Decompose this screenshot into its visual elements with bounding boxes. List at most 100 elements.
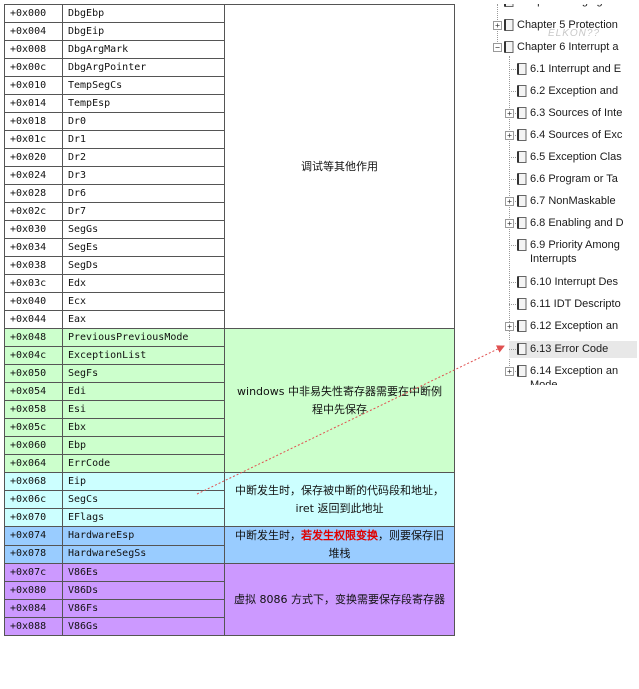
offset-cell: +0x080 xyxy=(4,581,63,600)
bookmark-icon xyxy=(517,151,527,163)
offset-cell: +0x028 xyxy=(4,184,63,203)
table-row: +0x048 PreviousPreviousMode windows 中非易失性寄… xyxy=(4,328,455,473)
field-name-cell: SegDs xyxy=(62,256,225,275)
field-name-cell: ErrCode xyxy=(62,454,225,473)
tree-item-label[interactable]: 6.10 Interrupt Des xyxy=(530,276,618,289)
offset-cell: +0x018 xyxy=(4,112,63,131)
tree-item-label[interactable]: 6.13 Error Code xyxy=(530,343,608,356)
expand-icon[interactable]: + xyxy=(505,219,514,228)
tree-item-label[interactable]: 6.5 Exception Clas xyxy=(530,151,622,164)
bookmark-icon xyxy=(517,173,527,185)
trap-frame-table: +0x000 DbgEbp 调试等其他作用 +0x004 DbgEip +0x008 Dbg… xyxy=(4,4,455,636)
offset-cell: +0x008 xyxy=(4,40,63,59)
group-description: 调试等其他作用 xyxy=(224,4,455,329)
offset-cell: +0x084 xyxy=(4,599,63,618)
group-description: 中断发生时，若发生权限变换，则要保存旧堆栈 xyxy=(224,526,455,564)
field-name-cell: TempEsp xyxy=(62,94,225,113)
bookmark-icon xyxy=(517,107,527,119)
field-name-cell: V86Fs xyxy=(62,599,225,618)
bookmark-icon xyxy=(517,217,527,229)
field-name-cell: SegFs xyxy=(62,364,225,383)
field-name-cell: V86Es xyxy=(62,563,225,582)
field-name-cell: Ecx xyxy=(62,292,225,311)
table-row: +0x000 DbgEbp 调试等其他作用 xyxy=(4,4,455,329)
bookmark-icon xyxy=(504,19,514,31)
offset-cell: +0x050 xyxy=(4,364,63,383)
field-name-cell: DbgArgPointer xyxy=(62,58,225,77)
tree-item-label[interactable]: 6.3 Sources of Inte xyxy=(530,107,622,120)
description-text: 调试等其他作用 xyxy=(301,159,378,173)
field-name-cell: Ebx xyxy=(62,418,225,437)
field-name-cell: Edi xyxy=(62,382,225,401)
expand-icon[interactable]: + xyxy=(505,197,514,206)
highlight-text: 若发生权限变换 xyxy=(301,529,378,542)
tree-item-label[interactable]: 6.12 Exception an xyxy=(530,320,618,333)
field-name-cell: Dr0 xyxy=(62,112,225,131)
field-name-cell: Dr2 xyxy=(62,148,225,167)
bookmark-icon xyxy=(517,195,527,207)
expand-icon[interactable]: + xyxy=(493,21,502,30)
offset-cell: +0x010 xyxy=(4,76,63,95)
bookmark-icon xyxy=(517,298,527,310)
description-text: windows 中非易失性寄存器需要在中断例程中先保存 xyxy=(237,384,442,416)
offset-cell: +0x044 xyxy=(4,310,63,329)
offset-cell: +0x078 xyxy=(4,544,63,564)
offset-cell: +0x04c xyxy=(4,346,63,365)
offset-cell: +0x020 xyxy=(4,148,63,167)
description-text: 虚拟 8086 方式下，变换需要保存段寄存器 xyxy=(234,592,445,606)
field-name-cell: DbgArgMark xyxy=(62,40,225,59)
tree-item-label[interactable]: 6.4 Sources of Exc xyxy=(530,129,622,142)
field-name-cell: TempSegCs xyxy=(62,76,225,95)
expand-icon[interactable]: + xyxy=(505,322,514,331)
tree-item-label[interactable]: 6.2 Exception and xyxy=(530,85,618,98)
field-name-cell: Esi xyxy=(62,400,225,419)
tree-item-label[interactable]: 6.7 NonMaskable xyxy=(530,195,616,208)
tree-item-label-continued[interactable]: Interrupts xyxy=(530,253,576,266)
field-name-cell: Dr1 xyxy=(62,130,225,149)
tree-item-label[interactable]: Chapter 6 Interrupt a xyxy=(517,41,619,54)
offset-cell: +0x05c xyxy=(4,418,63,437)
tree-item-label[interactable]: 6.11 IDT Descripto xyxy=(530,298,621,311)
bookmark-icon xyxy=(517,239,527,251)
tree-item-label[interactable]: 6.14 Exception an xyxy=(530,365,618,378)
bookmark-icon xyxy=(504,41,514,53)
tree-item-label[interactable]: 6.8 Enabling and D xyxy=(530,217,624,230)
bookmark-icon xyxy=(517,63,527,75)
offset-cell: +0x000 xyxy=(4,4,63,23)
description-text: 中断发生时，保存被中断的代码段和地址，iret 返回到此地址 xyxy=(235,483,444,515)
field-name-cell: Dr7 xyxy=(62,202,225,221)
offset-cell: +0x03c xyxy=(4,274,63,293)
field-name-cell: DbgEbp xyxy=(62,4,225,23)
expand-icon[interactable]: + xyxy=(505,367,514,376)
offset-cell: +0x064 xyxy=(4,454,63,473)
bookmark-icon xyxy=(517,85,527,97)
tree-item-label[interactable]: 6.9 Priority Among xyxy=(530,239,620,252)
offset-cell: +0x048 xyxy=(4,328,63,347)
field-name-cell: HardwareEsp xyxy=(62,526,225,546)
field-name-cell: Ebp xyxy=(62,436,225,455)
table-row: +0x07c V86Es 虚拟 8086 方式下，变换需要保存段寄存器 xyxy=(4,563,455,636)
field-name-cell: DbgEip xyxy=(62,22,225,41)
tree-item-label-continued[interactable]: Mode xyxy=(530,379,558,385)
expand-icon[interactable]: + xyxy=(505,131,514,140)
expand-icon[interactable]: + xyxy=(505,109,514,118)
collapse-icon[interactable]: − xyxy=(493,43,502,52)
bookmark-icon xyxy=(517,343,527,355)
description-text: 中断发生时， xyxy=(235,529,301,542)
offset-cell: +0x030 xyxy=(4,220,63,239)
offset-cell: +0x038 xyxy=(4,256,63,275)
tree-item-label[interactable]: 6.1 Interrupt and E xyxy=(530,63,621,76)
offset-cell: +0x060 xyxy=(4,436,63,455)
field-name-cell: SegEs xyxy=(62,238,225,257)
group-description: 中断发生时，保存被中断的代码段和地址，iret 返回到此地址 xyxy=(224,472,455,527)
offset-cell: +0x024 xyxy=(4,166,63,185)
chapter-tree[interactable]: Chapter 4 Paging+Chapter 5 Protection−Ch… xyxy=(493,4,639,385)
offset-cell: +0x06c xyxy=(4,490,63,509)
group-description: windows 中非易失性寄存器需要在中断例程中先保存 xyxy=(224,328,455,473)
tree-item-partial[interactable]: Chapter 4 Paging xyxy=(517,4,603,8)
tree-item-label[interactable]: 6.6 Program or Ta xyxy=(530,173,618,186)
offset-cell: +0x07c xyxy=(4,563,63,582)
offset-cell: +0x074 xyxy=(4,526,63,546)
field-name-cell: Eip xyxy=(62,472,225,491)
field-name-cell: HardwareSegSs xyxy=(62,544,225,564)
